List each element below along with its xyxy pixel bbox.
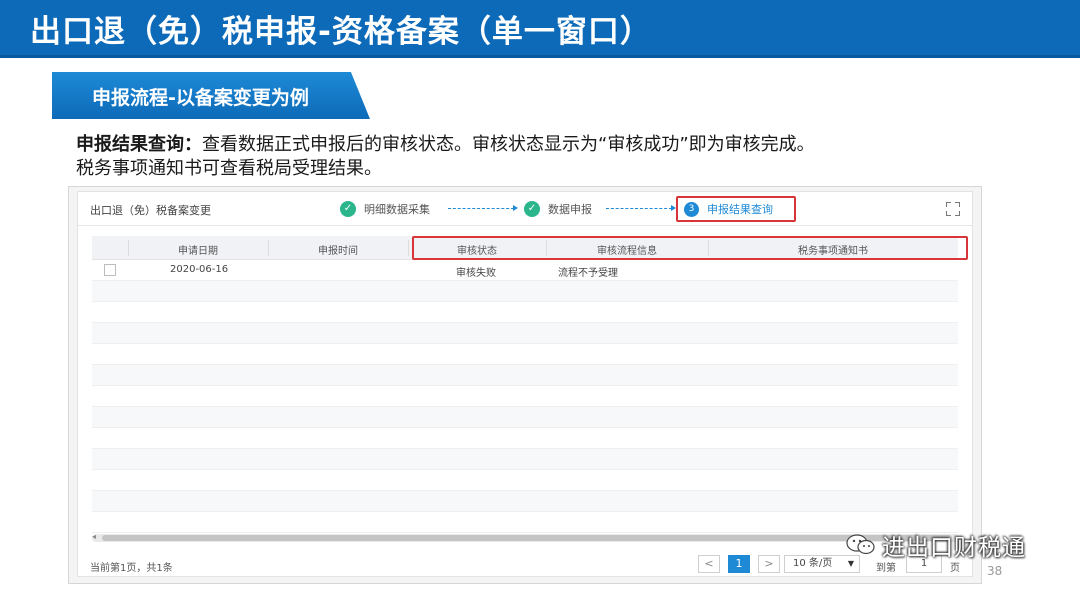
table-row-empty [92,323,958,344]
step-2[interactable]: ✓ 数据申报 [524,201,592,217]
table-row-empty [92,407,958,428]
pagination-summary: 当前第1页，共1条 [90,563,173,574]
table-row-empty [92,449,958,470]
watermark: 进出口财税通 [846,528,1026,562]
step-1-label: 明细数据采集 [364,203,430,216]
cell-audit-status: 审核失败 [456,268,496,279]
page-1-button[interactable]: 1 [728,555,750,573]
row-checkbox[interactable] [104,264,116,276]
highlight-box-step [676,196,796,222]
table-row-empty [92,281,958,302]
wechat-icon [846,533,876,557]
page-number: 38 [987,564,1003,578]
horizontal-scrollbar[interactable]: ◂ [92,532,958,542]
table-row-empty [92,344,958,365]
description-line-1: 申报结果查询：查看数据正式申报后的审核状态。审核状态显示为“审核成功”即为审核完… [76,133,1006,157]
section-tab: 申报流程-以备案变更为例 [52,72,370,119]
description-colon: ： [184,134,202,155]
header-apply-date[interactable]: 申请日期 [128,242,268,257]
table-row-empty [92,512,958,533]
app-window: 出口退（免）税备案变更 ✓ 明细数据采集 ✓ 数据申报 3 申报结果查询 申请日… [77,191,973,577]
step-arrow-2 [606,205,676,211]
table-row-empty [92,302,958,323]
table-row-empty [92,365,958,386]
header-declare-time[interactable]: 申报时间 [268,242,408,257]
page-size-value: 10 条/页 [793,558,833,569]
next-page-button[interactable]: > [758,555,780,573]
check-icon: ✓ [340,201,356,217]
scrollbar-thumb[interactable] [102,535,952,541]
table-body: 2020-06-16 审核失败 流程不予受理 [92,260,958,533]
description-text-1: 查看数据正式申报后的审核状态。审核状态显示为“审核成功”即为审核完成。 [202,134,815,155]
cell-apply-date: 2020-06-16 [170,264,229,275]
description-bold: 申报结果查询 [76,134,184,155]
screenshot-panel: 出口退（免）税备案变更 ✓ 明细数据采集 ✓ 数据申报 3 申报结果查询 申请日… [68,186,982,584]
table-row-empty [92,386,958,407]
description: 申报结果查询：查看数据正式申报后的审核状态。审核状态显示为“审核成功”即为审核完… [76,133,1006,181]
step-arrow-1 [448,205,518,211]
fullscreen-icon[interactable] [946,202,960,216]
section-label: 申报流程-以备案变更为例 [92,87,309,109]
pagination-bar: 当前第1页，共1条 < 1 > 10 条/页 ▼ 到第 1 页 [78,550,972,578]
table-row-empty [92,428,958,449]
check-icon: ✓ [524,201,540,217]
table-row[interactable]: 2020-06-16 审核失败 流程不予受理 [92,260,958,281]
scroll-left-icon[interactable]: ◂ [92,532,96,541]
highlight-box-columns [412,236,968,260]
cell-audit-flow: 流程不予受理 [558,268,618,279]
description-line-2: 税务事项通知书可查看税局受理结果。 [76,158,382,179]
slide: 出口退（免）税申报-资格备案（单一窗口） 申报流程-以备案变更为例 申报结果查询… [0,0,1080,591]
watermark-text: 进出口财税通 [882,535,1026,561]
step-2-label: 数据申报 [548,203,592,216]
prev-page-button[interactable]: < [698,555,720,573]
table-row-empty [92,470,958,491]
step-1[interactable]: ✓ 明细数据采集 [340,201,430,217]
title-bar: 出口退（免）税申报-资格备案（单一窗口） [0,0,1080,58]
slide-title: 出口退（免）税申报-资格备案（单一窗口） [30,14,652,50]
steps-bar: 出口退（免）税备案变更 ✓ 明细数据采集 ✓ 数据申报 3 申报结果查询 [78,192,972,226]
table-row-empty [92,491,958,512]
app-title: 出口退（免）税备案变更 [90,204,211,217]
result-table: 申请日期 申报时间 审核状态 审核流程信息 税务事项通知书 2020-06-16 [92,236,958,533]
